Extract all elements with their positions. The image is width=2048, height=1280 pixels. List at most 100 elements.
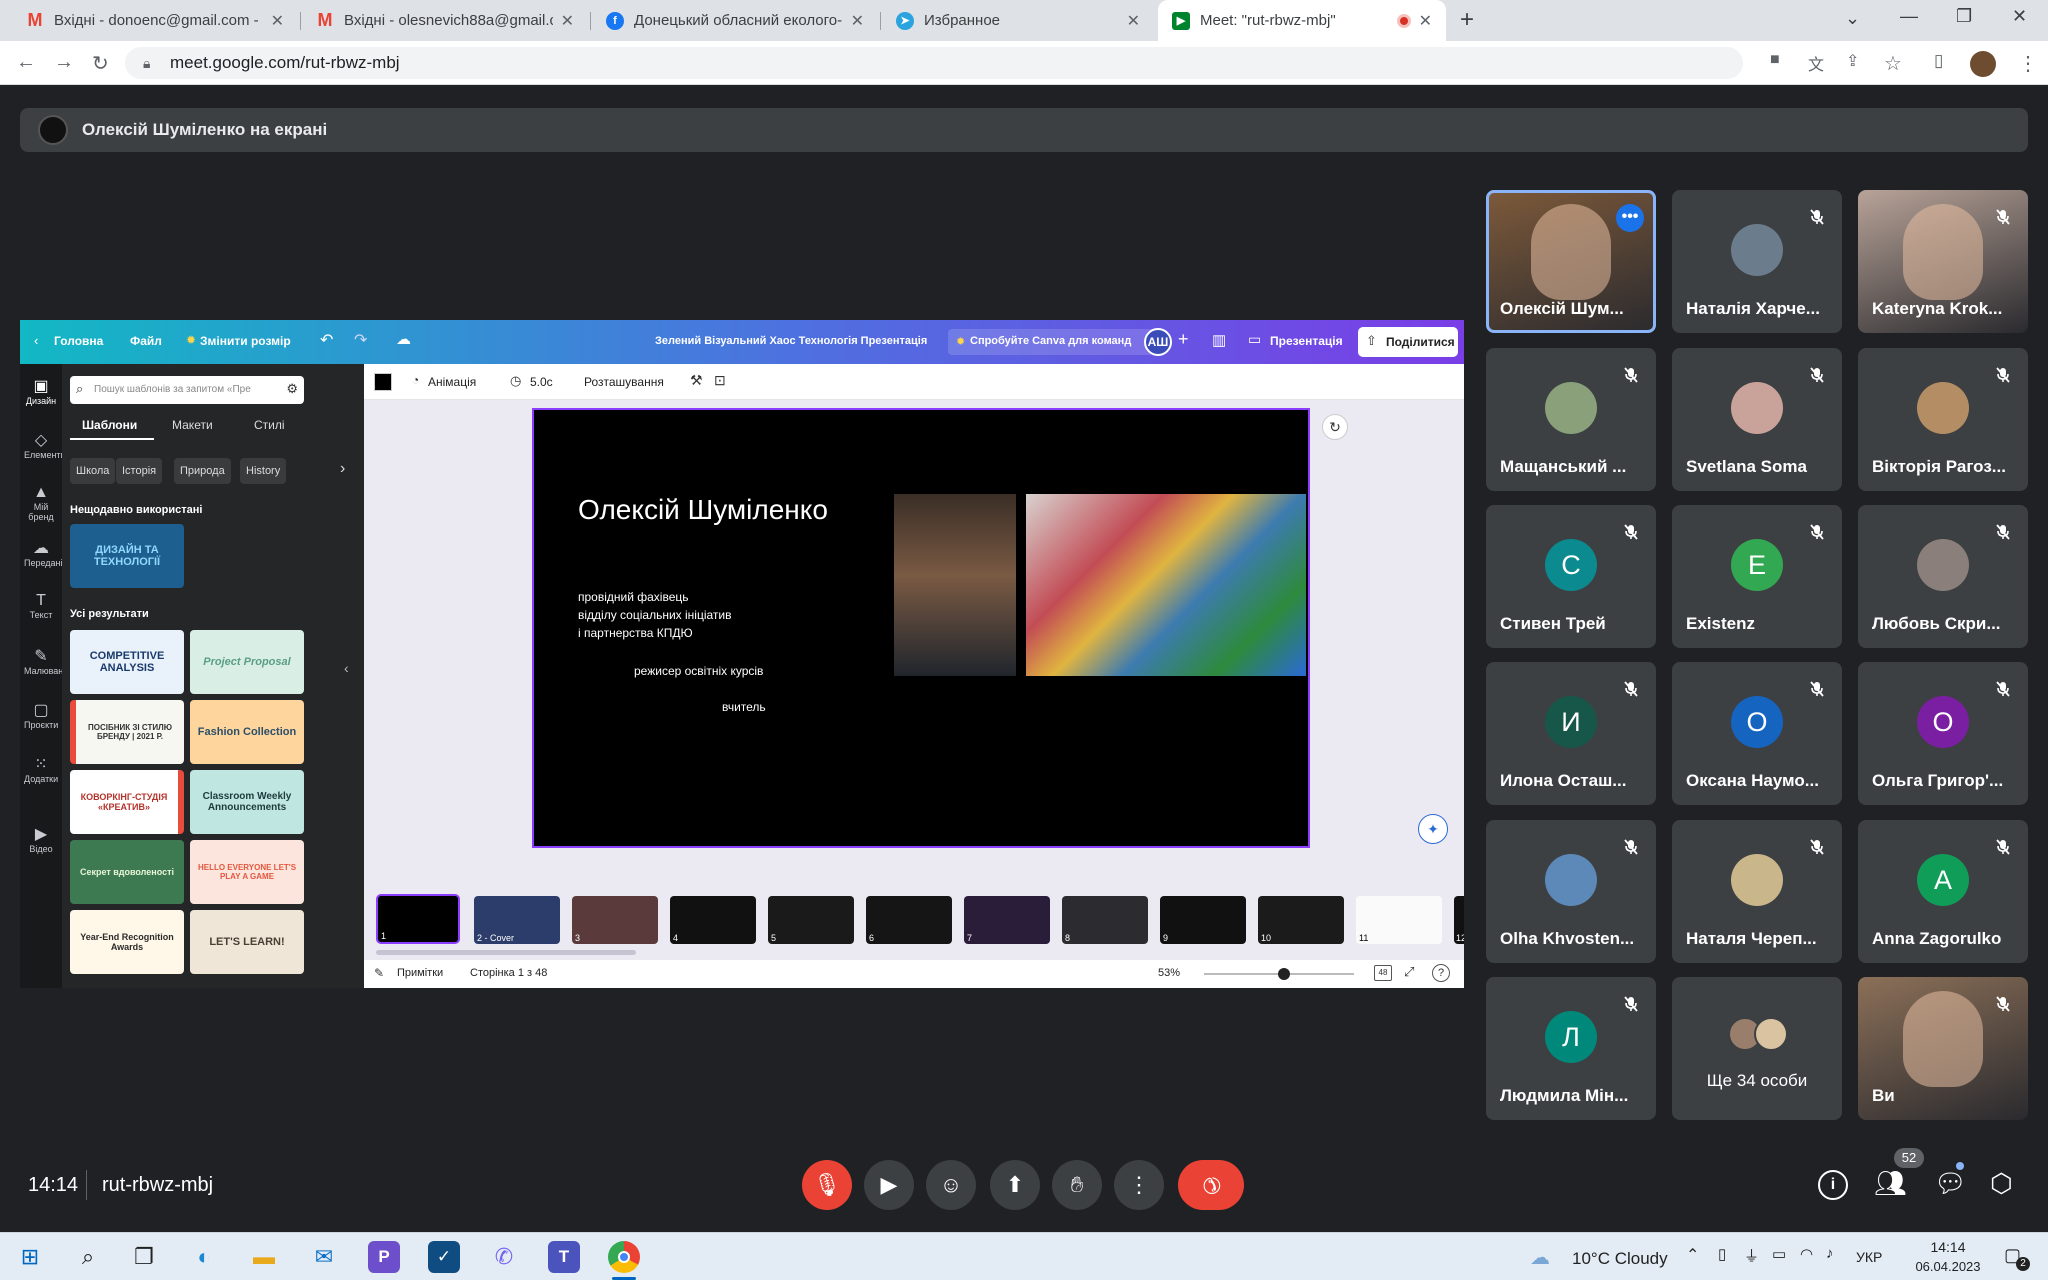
collapse-panel-icon[interactable]: ‹ [344, 660, 349, 676]
weather-text[interactable]: 10°C Cloudy [1572, 1249, 1668, 1269]
mic-off-button[interactable]: 🎙︎ [802, 1160, 852, 1210]
participant-tile[interactable]: Svetlana Soma [1672, 348, 1842, 491]
battery-icon[interactable]: ▭ [1772, 1245, 1786, 1263]
task-view-icon[interactable]: ❐ [128, 1241, 160, 1273]
browser-tab[interactable]: M Вхідні - olesnevich88a@gmail.co ✕ [302, 0, 588, 41]
resize-button[interactable]: Змінити розмір [200, 334, 291, 348]
template-thumb[interactable]: Year-End Recognition Awards [70, 910, 184, 974]
slide[interactable]: Олексій Шуміленко провідний фахівець від… [532, 408, 1310, 848]
participant-tile[interactable]: Мащанський ... [1486, 348, 1656, 491]
present-button[interactable]: Презентація [1270, 334, 1343, 348]
reload-icon[interactable]: ↻ [92, 51, 109, 76]
template-thumb[interactable]: ПОСІБНИК ЗІ СТИЛЮ БРЕНДУ | 2021 Р. [70, 700, 184, 764]
chart-icon[interactable]: ▥ [1212, 331, 1226, 349]
add-user-icon[interactable]: + [1178, 329, 1189, 350]
participant-tile[interactable]: О Ольга Григор'... [1858, 662, 2028, 805]
participant-tile[interactable]: Наталя Череп... [1672, 820, 1842, 963]
language-indicator[interactable]: УКР [1856, 1249, 1882, 1265]
publisher-icon[interactable]: P [368, 1241, 400, 1273]
tray-usb-icon[interactable]: ⏚ [1744, 1245, 1759, 1266]
mail-icon[interactable]: ✉ [308, 1241, 340, 1273]
minimize-icon[interactable]: — [1900, 6, 1918, 27]
participant-tile[interactable]: ••• Олексій Шум... [1486, 190, 1656, 333]
chrome-icon[interactable] [608, 1241, 640, 1273]
chip[interactable]: Історія [116, 458, 163, 484]
refresh-icon[interactable]: ↻ [1322, 414, 1348, 440]
address-bar[interactable]: 🔒︎ meet.google.com/rut-rbwz-mbj [125, 47, 1743, 79]
template-thumb[interactable]: Секрет вдоволеності [70, 840, 184, 904]
share-icon[interactable]: ⇪ [1846, 51, 1859, 71]
shield-icon[interactable]: ✓ [428, 1241, 460, 1273]
camera-button[interactable]: ▶︎ [864, 1160, 914, 1210]
try-teams-button[interactable]: ✹ Спробуйте Canva для команд [948, 329, 1156, 355]
template-thumb[interactable]: COMPETITIVE ANALYSIS [70, 630, 184, 694]
grid-view-button[interactable]: 48 [1374, 965, 1392, 981]
template-thumb[interactable]: Classroom Weekly Announcements [190, 770, 304, 834]
template-thumb[interactable]: LET'S LEARN! [190, 910, 304, 974]
participant-tile[interactable]: E Existenz [1672, 505, 1842, 648]
close-icon[interactable]: ✕ [1419, 11, 1432, 31]
close-icon[interactable]: ✕ [1127, 11, 1140, 31]
page-thumb[interactable]: 1 [376, 894, 460, 944]
teams-icon[interactable]: T [548, 1241, 580, 1273]
page-thumb[interactable]: 5 [768, 896, 854, 944]
sidebar-item-text[interactable]: T Текст [24, 592, 58, 620]
page-thumb[interactable]: 3 [572, 896, 658, 944]
participant-tile[interactable]: Вікторія Рагоз... [1858, 348, 2028, 491]
page-thumb[interactable]: 8 [1062, 896, 1148, 944]
tray-device-icon[interactable]: ▯ [1718, 1245, 1726, 1263]
redo-icon[interactable]: ↷ [354, 330, 367, 350]
position-button[interactable]: Розташування [584, 375, 664, 389]
edge-icon[interactable]: ◐ [188, 1241, 220, 1273]
participant-tile[interactable]: С Стивен Трей [1486, 505, 1656, 648]
browser-tab[interactable]: f Донецький обласний еколого- ✕ [592, 0, 878, 41]
leave-call-button[interactable]: ✆ [1178, 1160, 1244, 1210]
participant-tile[interactable]: Наталія Харче... [1672, 190, 1842, 333]
clock-date[interactable]: 06.04.2023 [1908, 1259, 1988, 1274]
share-button[interactable]: ⇧ Поділитися [1358, 327, 1458, 357]
home-link[interactable]: Головна [54, 334, 103, 348]
undo-icon[interactable]: ↶ [320, 330, 333, 350]
camera-icon[interactable]: ■ [1770, 51, 1780, 69]
sidebar-item-uploads[interactable]: ☁ Передані [24, 538, 63, 568]
sidebar-item-projects[interactable]: ▢ Проєкти [24, 700, 58, 730]
browser-tab[interactable]: M Вхідні - donoenc@gmail.com - G ✕ [12, 0, 298, 41]
template-search-input[interactable]: ⌕ Пошук шаблонів за запитом «Пре ⚙ [70, 376, 304, 404]
help-icon[interactable]: ? [1432, 964, 1450, 982]
sidebar-item-design[interactable]: ▣ Дизайн [24, 376, 58, 406]
page-thumb[interactable]: 11 [1356, 896, 1442, 944]
more-options-button[interactable]: ⋮ [1114, 1160, 1164, 1210]
restore-icon[interactable]: ❐ [1956, 6, 1972, 27]
close-icon[interactable]: ✕ [561, 11, 574, 31]
zoom-level[interactable]: 53% [1158, 967, 1180, 979]
present-screen-button[interactable]: ⬆ [990, 1160, 1040, 1210]
participant-tile[interactable]: Kateryna Krok... [1858, 190, 2028, 333]
browser-tab-active[interactable]: ▶ Meet: "rut-rbwz-mbj" ✕ [1158, 0, 1446, 41]
participant-tile[interactable]: Ви [1858, 977, 2028, 1120]
windows-start-icon[interactable]: ⊞ [14, 1241, 46, 1273]
new-tab-button[interactable]: + [1460, 6, 1474, 34]
chip[interactable]: History [240, 458, 287, 484]
participant-tile[interactable]: Л Людмила Мін... [1486, 977, 1656, 1120]
people-icon[interactable]: 👥︎ [1874, 1168, 1907, 1199]
participant-tile[interactable]: Olha Khvosten... [1486, 820, 1656, 963]
zoom-slider-knob[interactable] [1277, 968, 1290, 980]
tab-templates[interactable]: Шаблони [82, 418, 137, 432]
template-thumb[interactable]: Fashion Collection [190, 700, 304, 764]
translate-icon[interactable]: 文 [1808, 51, 1824, 75]
reactions-button[interactable]: ☺ [926, 1160, 976, 1210]
raise-hand-button[interactable]: ✋︎ [1052, 1160, 1102, 1210]
page-thumb[interactable]: 10 [1258, 896, 1344, 944]
participant-tile[interactable]: И Илона Осташ... [1486, 662, 1656, 805]
filter-icon[interactable]: ⚙ [286, 381, 298, 397]
chevron-right-icon[interactable]: › [340, 460, 345, 478]
search-icon[interactable]: ⌕ [72, 1241, 104, 1273]
clock-time[interactable]: 14:14 [1918, 1239, 1978, 1255]
page-thumb[interactable]: 7 [964, 896, 1050, 944]
sidebar-item-brand[interactable]: ▲ Мій бренд [24, 484, 58, 522]
sidebar-item-draw[interactable]: ✎ Малювання [24, 646, 73, 676]
more-options-icon[interactable]: ••• [1616, 204, 1644, 232]
sidebar-icon[interactable]: ▯ [1934, 51, 1943, 71]
sidebar-item-elements[interactable]: ◇ Елементи [24, 430, 66, 460]
color-swatch[interactable] [374, 373, 392, 391]
